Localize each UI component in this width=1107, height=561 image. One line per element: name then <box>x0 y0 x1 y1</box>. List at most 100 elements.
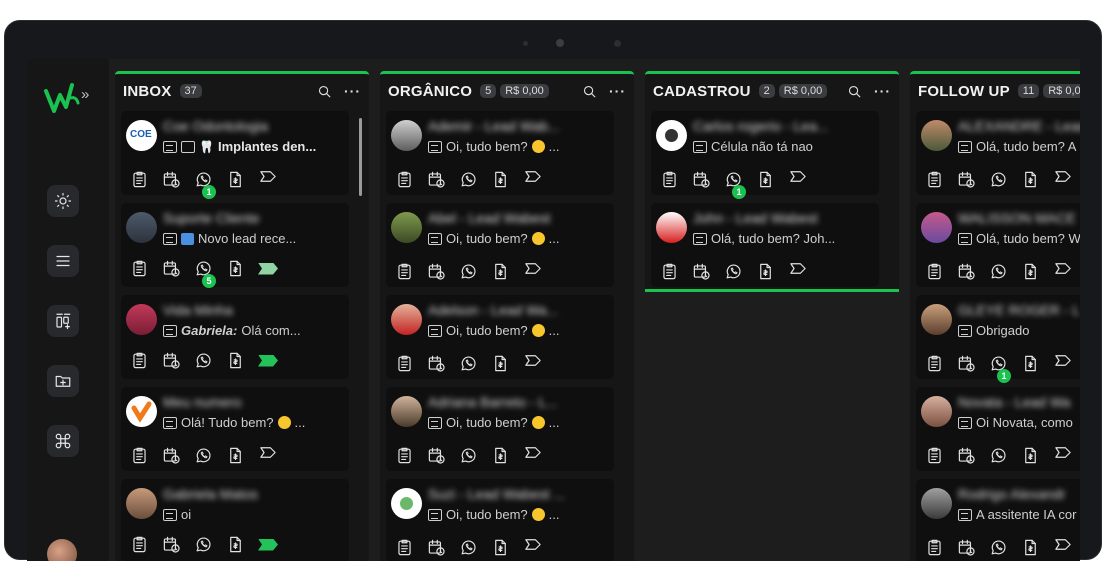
notes-icon[interactable] <box>130 351 149 370</box>
lead-card[interactable]: Ademir - Lead Wab... Oi, tudo bem?... <box>386 111 614 195</box>
lead-card[interactable]: WALISSON MACE Olá, tudo bem? W <box>916 203 1080 287</box>
command-button[interactable] <box>47 425 79 457</box>
notes-icon[interactable] <box>660 170 679 189</box>
schedule-icon[interactable] <box>427 170 446 189</box>
schedule-icon[interactable] <box>162 535 181 554</box>
payment-doc-icon[interactable] <box>1021 538 1040 557</box>
tag-icon[interactable] <box>1053 259 1073 283</box>
lead-card[interactable]: Gabriela Matos oi <box>121 479 349 561</box>
notes-icon[interactable] <box>395 170 414 189</box>
more-options-icon[interactable]: ··· <box>609 83 626 99</box>
schedule-icon[interactable] <box>162 446 181 465</box>
payment-doc-icon[interactable] <box>491 538 510 557</box>
more-options-icon[interactable]: ··· <box>874 83 891 99</box>
schedule-icon[interactable] <box>427 262 446 281</box>
payment-doc-icon[interactable] <box>491 354 510 373</box>
payment-doc-icon[interactable] <box>226 351 245 370</box>
whatsapp-icon[interactable] <box>989 170 1008 189</box>
payment-doc-icon[interactable] <box>1021 262 1040 281</box>
whatsapp-icon[interactable]: 1 <box>194 170 216 199</box>
lead-card[interactable]: Carlos rogerio - Lea... Célula não tá nao… <box>651 111 879 199</box>
lead-card[interactable]: Adelson - Lead Wa... Oi, tudo bem?... <box>386 295 614 379</box>
whatsapp-icon[interactable] <box>989 538 1008 557</box>
more-options-icon[interactable]: ··· <box>344 83 361 99</box>
user-avatar[interactable] <box>47 539 77 561</box>
whatsapp-icon[interactable] <box>989 262 1008 281</box>
schedule-icon[interactable] <box>957 354 976 373</box>
schedule-icon[interactable] <box>162 170 181 189</box>
whatsapp-icon[interactable]: 1 <box>724 170 746 199</box>
whatsapp-icon[interactable] <box>459 538 478 557</box>
lead-card[interactable]: Suporte Cliente Novo lead rece... 5 <box>121 203 349 288</box>
lead-card[interactable]: Adriana Barreto - L... Oi, tudo bem?... <box>386 387 614 471</box>
lead-card[interactable]: John - Lead Wabest Olá, tudo bem? Joh... <box>651 203 879 287</box>
notes-icon[interactable] <box>130 535 149 554</box>
payment-doc-icon[interactable] <box>491 170 510 189</box>
tag-icon[interactable] <box>258 167 278 191</box>
payment-doc-icon[interactable] <box>756 170 775 189</box>
payment-doc-icon[interactable] <box>491 262 510 281</box>
notes-icon[interactable] <box>925 170 944 189</box>
schedule-icon[interactable] <box>427 446 446 465</box>
theme-toggle-button[interactable] <box>47 185 79 217</box>
notes-icon[interactable] <box>925 538 944 557</box>
lead-card[interactable]: ALEXANDRE - Lead Olá, tudo bem? A <box>916 111 1080 195</box>
schedule-icon[interactable] <box>692 170 711 189</box>
payment-doc-icon[interactable] <box>1021 354 1040 373</box>
notes-icon[interactable] <box>130 259 149 278</box>
schedule-icon[interactable] <box>162 351 181 370</box>
lead-card[interactable]: Suzi - Lead Wabest ... Oi, tudo bem?... <box>386 479 614 561</box>
payment-doc-icon[interactable] <box>1021 446 1040 465</box>
notes-icon[interactable] <box>395 446 414 465</box>
tag-icon[interactable] <box>258 538 278 551</box>
schedule-icon[interactable] <box>162 259 181 278</box>
tag-icon[interactable] <box>523 443 543 467</box>
tag-icon[interactable] <box>523 167 543 191</box>
tag-icon[interactable] <box>788 167 808 191</box>
tag-icon[interactable] <box>523 259 543 283</box>
notes-icon[interactable] <box>395 538 414 557</box>
folder-add-button[interactable] <box>47 365 79 397</box>
whatsapp-icon[interactable] <box>724 262 743 281</box>
lead-card[interactable]: Rodrigo Alexandr A assitente IA cor <box>916 479 1080 561</box>
notes-icon[interactable] <box>395 354 414 373</box>
schedule-icon[interactable] <box>957 538 976 557</box>
lead-card[interactable]: COE Coe Odontologia 🦷 Implantes den... 1 <box>121 111 349 199</box>
payment-doc-icon[interactable] <box>226 446 245 465</box>
expand-sidebar-button[interactable]: » <box>81 86 89 103</box>
notes-icon[interactable] <box>130 170 149 189</box>
tag-icon[interactable] <box>1053 167 1073 191</box>
tag-icon[interactable] <box>523 351 543 375</box>
tag-icon[interactable] <box>258 354 278 367</box>
column-scrollbar[interactable] <box>359 118 362 196</box>
whatsapp-icon[interactable] <box>459 446 478 465</box>
schedule-icon[interactable] <box>692 262 711 281</box>
search-icon[interactable] <box>582 84 597 99</box>
tag-icon[interactable] <box>523 535 543 559</box>
notes-icon[interactable] <box>395 262 414 281</box>
whatsapp-icon[interactable] <box>459 354 478 373</box>
payment-doc-icon[interactable] <box>226 259 245 278</box>
whatsapp-icon[interactable] <box>194 535 213 554</box>
notes-icon[interactable] <box>130 446 149 465</box>
payment-doc-icon[interactable] <box>226 170 245 189</box>
menu-button[interactable] <box>47 245 79 277</box>
payment-doc-icon[interactable] <box>756 262 775 281</box>
schedule-icon[interactable] <box>957 262 976 281</box>
search-icon[interactable] <box>847 84 862 99</box>
tag-icon[interactable] <box>788 259 808 283</box>
whatsapp-icon[interactable]: 5 <box>194 259 216 288</box>
whatsapp-icon[interactable] <box>459 170 478 189</box>
schedule-icon[interactable] <box>957 170 976 189</box>
lead-card[interactable]: GLEYE ROGER - L Obrigado 1 <box>916 295 1080 383</box>
board-add-button[interactable] <box>47 305 79 337</box>
lead-card[interactable]: Novata - Lead Wa Oi Novata, como <box>916 387 1080 471</box>
payment-doc-icon[interactable] <box>1021 170 1040 189</box>
notes-icon[interactable] <box>925 446 944 465</box>
whatsapp-icon[interactable] <box>194 351 213 370</box>
notes-icon[interactable] <box>925 354 944 373</box>
lead-card[interactable]: Meu numero Olá! Tudo bem?... <box>121 387 349 471</box>
notes-icon[interactable] <box>925 262 944 281</box>
tag-icon[interactable] <box>1053 443 1073 467</box>
lead-card[interactable]: Vida Minha Gabriela: Olá com... <box>121 295 349 379</box>
